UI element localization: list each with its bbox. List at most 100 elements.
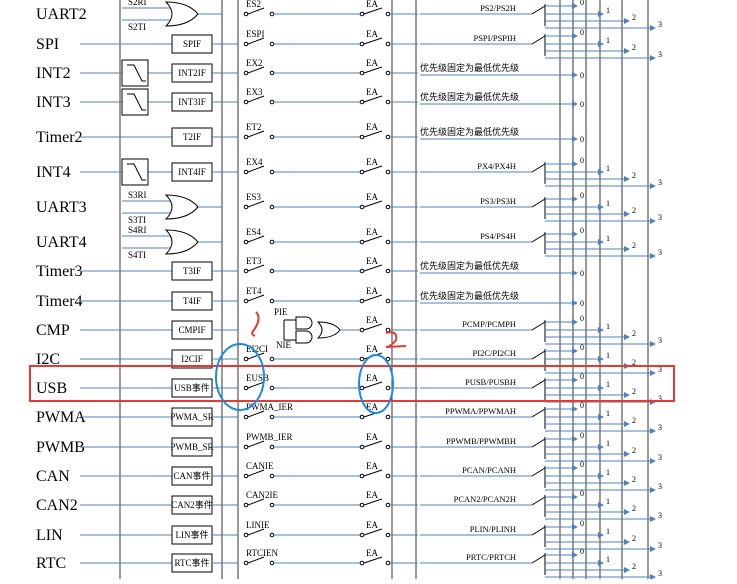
switch-contact	[385, 41, 391, 47]
scribble-two	[385, 331, 407, 348]
arrow-icon	[572, 406, 578, 412]
arrow-icon	[598, 414, 604, 420]
switch-contact	[359, 414, 365, 420]
switch-contact	[243, 70, 249, 76]
switch-contact	[385, 385, 391, 391]
switch-contact	[359, 41, 365, 47]
switch-contact	[359, 502, 365, 508]
arrow-icon	[572, 72, 578, 78]
arrow-icon	[572, 33, 578, 39]
selector-lever	[531, 554, 546, 564]
level-label: 1	[606, 497, 610, 506]
selector-lever	[531, 5, 546, 15]
arrow-icon	[572, 377, 578, 383]
ea-label: EA	[366, 344, 378, 354]
arrow-icon	[624, 48, 630, 54]
arrow-icon	[598, 444, 604, 450]
level-label: 3	[658, 569, 662, 578]
fixed-priority-note: 优先级固定为最低优先级	[420, 91, 519, 102]
switch-contact	[385, 532, 391, 538]
edge-trigger-icon	[121, 158, 149, 186]
flag-label: RTC事件	[175, 557, 210, 568]
flag-label: INT2IF	[178, 68, 206, 78]
level-label: 0	[580, 460, 584, 469]
gate-input-label: S3TI	[128, 215, 146, 225]
or-gate-icon	[164, 1, 199, 27]
arrow-icon	[624, 392, 630, 398]
source-label: CAN2	[36, 497, 78, 514]
switch-contact	[243, 239, 249, 245]
level-label: 1	[606, 36, 610, 45]
or-gate-icon	[316, 321, 341, 339]
switch-contact	[359, 11, 365, 17]
switch-contact	[359, 327, 365, 333]
level-label: 2	[632, 534, 636, 543]
arrow-icon	[624, 567, 630, 573]
flag-label: INT4IF	[178, 167, 206, 177]
scribble-one	[251, 311, 260, 337]
enable-label: EX2	[246, 58, 263, 68]
arrow-icon	[572, 552, 578, 558]
priority-select-label: PCAN2/PCAN2H	[454, 494, 516, 504]
enable-label: EX3	[246, 87, 263, 97]
level-label: 3	[658, 453, 662, 462]
arrow-icon	[572, 300, 578, 306]
ea-label: EA	[366, 286, 378, 296]
switch-contact	[243, 385, 249, 391]
fixed-priority-note: 优先级固定为最低优先级	[420, 260, 519, 271]
level-label: 2	[632, 475, 636, 484]
source-label: UART4	[36, 234, 87, 251]
level-label: 2	[632, 387, 636, 396]
ea-label: EA	[366, 256, 378, 266]
arrow-icon	[650, 218, 656, 224]
arrow-icon	[624, 509, 630, 515]
level-label: 0	[580, 156, 584, 165]
level-label: 3	[658, 482, 662, 491]
switch-contact	[243, 560, 249, 566]
enable-label: PWMB_IER	[246, 432, 293, 442]
arrow-icon	[598, 169, 604, 175]
switch-contact	[243, 414, 249, 420]
arrow-icon	[598, 204, 604, 210]
enable-label: CAN2IE	[246, 490, 278, 500]
selector-lever	[531, 526, 546, 536]
enable-label: ES2	[246, 0, 261, 9]
flag-label: CAN2事件	[171, 499, 213, 510]
ea-label: EA	[366, 373, 378, 383]
ea-label: EA	[366, 315, 378, 325]
switch-contact	[359, 560, 365, 566]
arrow-icon	[624, 334, 630, 340]
switch-contact	[385, 99, 391, 105]
switch-contact	[359, 473, 365, 479]
priority-select-label: PSPI/PSPIH	[473, 33, 516, 43]
and-gate-icon	[295, 316, 313, 330]
level-label: 3	[658, 541, 662, 550]
level-label: 0	[580, 100, 584, 109]
switch-contact	[385, 204, 391, 210]
level-label: 0	[580, 28, 584, 37]
level-label: 3	[658, 511, 662, 520]
enable-label: ET2	[246, 122, 262, 132]
ea-label: EA	[366, 432, 378, 442]
arrow-icon	[650, 487, 656, 493]
switch-contact	[359, 298, 365, 304]
flag-label: T3IF	[183, 266, 201, 276]
level-label: 1	[606, 380, 610, 389]
arrow-icon	[572, 231, 578, 237]
switch-contact	[269, 444, 275, 450]
priority-select-label: PCAN/PCANH	[462, 465, 516, 475]
switch-contact	[359, 444, 365, 450]
switch-contact	[359, 239, 365, 245]
switch-contact	[359, 70, 365, 76]
priority-select-label: PPWMA/PPWMAH	[445, 406, 516, 416]
enable-label: ET3	[246, 256, 262, 266]
level-label: 0	[580, 547, 584, 556]
selector-lever	[531, 496, 546, 506]
fixed-priority-note: 优先级固定为最低优先级	[420, 62, 519, 73]
arrow-icon	[572, 3, 578, 9]
level-label: 1	[606, 409, 610, 418]
level-label: 2	[632, 446, 636, 455]
source-label: INT4	[36, 164, 71, 181]
source-label: UART2	[36, 6, 87, 23]
arrow-icon	[598, 41, 604, 47]
